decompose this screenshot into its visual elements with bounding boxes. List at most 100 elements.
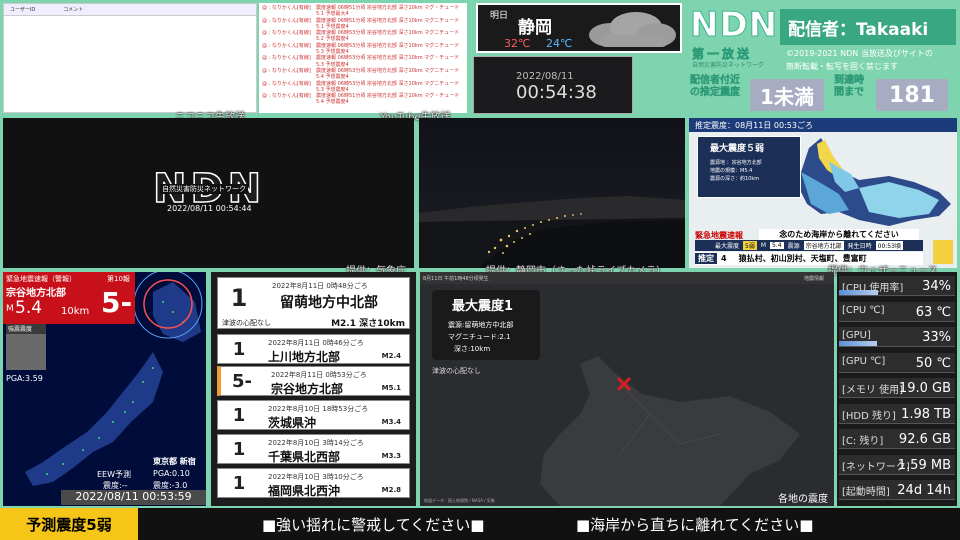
quake-top-region: 留萌地方中北部 (280, 295, 378, 311)
weather-city: 静岡 (518, 18, 552, 38)
map1-eew-label: 緊急地震速報 (695, 231, 743, 240)
eew-forecast: EEW予測 (97, 470, 132, 479)
eew-m-label: M (6, 304, 14, 314)
quake-top-mag: M2.1 深さ10km (331, 319, 405, 329)
quake-list-item: 1 2022年8月10日 3時10分ごろ 福岡県北西沖 M2.8 (217, 468, 410, 498)
system-stat-row: [ネットワーク] 1.59 MB (839, 454, 955, 475)
map1-warn: 念のため海岸から離れてください (759, 229, 919, 240)
tweet-name: @ : なりかくん[有線] (262, 67, 311, 74)
streamer-name: 配信者：Takaaki (780, 9, 956, 45)
ticker-msg-1: ■強い揺れに警戒してください■ (262, 516, 485, 534)
eew-alert-box: 緊急地震速報（警報） 第10報 宗谷地方北部 M 5.4 10km 5- (3, 272, 135, 324)
tweet-text: 震度速報 06時53分頃 宗谷地方北部 深さ10km マグ・チュード5.3 予想… (316, 55, 460, 68)
quake-item-shindo: 1 (232, 404, 246, 426)
quake-map-epi: 震源:留萌地方中北部 (448, 321, 514, 329)
tweet-row: @ : なりかくん[有線] 震度速報 06時53分頃 宗谷地方北部 深さ10km … (262, 81, 464, 94)
cloud-icon (586, 9, 678, 49)
tweet-name: @ : なりかくん[有線] (262, 17, 311, 24)
ndn-logo: NDN (690, 5, 779, 46)
arrival-value: 181 (876, 79, 948, 111)
quake-item-time: 2022年8月10日 3時10分ごろ (268, 473, 364, 481)
eew-pga2: PGA:0.10 (153, 469, 190, 478)
eew-panel: 緊急地震速報（警報） 第10報 宗谷地方北部 M 5.4 10km 5- 強震震… (3, 272, 206, 506)
system-stat-value: 19.0 GB (898, 381, 951, 396)
system-stat-row: [CPU 使用率] 34% (839, 276, 955, 296)
quake-top-time: 2022年8月11日 0時48分ごろ (272, 282, 368, 290)
tweet-text: 震度速報 06時53分頃 宗谷地方北部 深さ10km マグニチュード5.3 予想… (316, 42, 460, 56)
quake-map-footer-left: 地図データ：国土地理院 / NASA / 気象 (424, 498, 495, 503)
system-stat-value: 1.98 TB (901, 406, 951, 422)
weather-day: 明日 (490, 11, 509, 21)
quake-item-shindo: 5- (232, 370, 252, 392)
map1-est4-val: 4 (721, 254, 727, 263)
ndn-header: NDN 配信者：Takaaki 第一放送 自然災害防災ネットワーク ©2019-… (688, 3, 957, 115)
broadcast-badge-icon (933, 240, 953, 264)
quake-list-item: 5- 2022年8月11日 0時53分ごろ 宗谷地方北部 M5.1 (217, 366, 410, 396)
quake-item-time: 2022年8月11日 0時46分ごろ (268, 339, 364, 347)
quake-list-top: 1 2022年8月11日 0時48分ごろ 留萌地方中北部 津波の心配なし M2.… (217, 277, 410, 329)
eew-title: 緊急地震速報（警報） (6, 275, 76, 283)
system-stat-row: [メモリ 使用] 19.0 GB (839, 378, 955, 398)
system-stat-value: 24d 14h (897, 483, 951, 498)
map1-row-max: 最大震度 (715, 243, 740, 250)
eew-depth: 10km (61, 306, 90, 317)
map1-row-max-val: 5弱 (743, 241, 757, 250)
copyright-2: 無断転載・転写を固く禁じます (786, 62, 898, 71)
system-stat-row: [CPU ℃] 63 ℃ (839, 301, 955, 322)
tweet-feed: @ : なりかくん[有線] 震度速報 06時51分頃 宗谷地方北部 深さ10km … (259, 3, 467, 113)
eew-magnitude: 5.4 (15, 298, 43, 318)
quake-item-mag: M5.1 (381, 384, 401, 392)
night-coast-image (419, 118, 685, 268)
quake-map-depth: 深さ:10km (454, 345, 491, 353)
tweet-name: @ : なりかくん[有線] (262, 80, 311, 87)
system-stat-label: [GPU] (842, 330, 871, 341)
system-stat-value: 33% (922, 330, 951, 345)
system-stat-label: [HDD 残り] (842, 410, 896, 422)
tweet-row: @ : なりかくん[有線] 震度速報 06時53分頃 宗谷地方北部 深さ10km … (262, 30, 464, 43)
est-label: 配信者付近の推定震度 (690, 75, 740, 98)
quake-list-item: 1 2022年8月11日 0時46分ごろ 上川地方北部 M2.4 (217, 334, 410, 364)
map1-row-m: M (760, 242, 767, 249)
quake-top-tsunami: 津波の心配なし (222, 319, 271, 327)
tweet-name: @ : なりかくん[有線] (262, 55, 311, 62)
system-stats-panel: [CPU 使用率] 34% [CPU ℃] 63 ℃ [GPU] 33% [GPU ℃] 50… (837, 272, 957, 506)
bottom-ticker: 予測震度5弱 ■強い揺れに警戒してください■ ■海岸から直ちに離れてください■ (0, 508, 960, 540)
system-stat-label: [起動時間] (842, 487, 890, 498)
system-stat-value: 92.6 GB (898, 432, 951, 447)
epicenter-icon (616, 376, 632, 392)
tweet-text: 震度速報 06時53分頃 宗谷地方北部 深さ10km マグニチュード5.3 予想… (316, 80, 460, 93)
system-stat-value: 63 ℃ (915, 304, 951, 320)
quake-item-shindo: 1 (232, 438, 246, 460)
tweet-text: 震度速報 06時51分頃 宗谷地方北部 深さ10km マグニチュード5.1 予想… (316, 17, 460, 30)
quake-info-map: 8月11日 午前1時48分頃発生 地震情報 最大震度1 震源:留萌地方中北部 マ… (420, 272, 834, 506)
system-stat-label: [メモリ 使用] (842, 385, 903, 396)
system-stat-row: [GPU] 33% (839, 327, 955, 347)
clock-date: 2022/08/11 (516, 71, 574, 82)
quake-item-shindo: 1 (232, 472, 246, 494)
tweet-name: @ : なりかくん[有線] (262, 30, 311, 37)
eew-region: 宗谷地方北部 (6, 288, 66, 299)
tweet-text: 震度速報 06時53分頃 宗谷地方北部 深さ10km マグニチュード5.2 予想… (316, 30, 460, 43)
system-stat-label: [CPU ℃] (842, 304, 885, 316)
weather-panel: 明日 静岡 32℃ 24℃ (476, 3, 682, 53)
quake-item-mag: M3.3 (381, 452, 401, 460)
system-stat-label: [C: 残り] (842, 436, 884, 447)
quake-item-region: 茨城県沖 (268, 416, 317, 430)
tweet-text: 震度速報 06時51分頃 宗谷地方北部 深さ10km マグ・チュード5.1 予想… (316, 5, 460, 18)
quake-item-region: 宗谷地方北部 (271, 382, 344, 396)
quake-item-time: 2022年8月10日 3時14分ごろ (268, 439, 364, 447)
map1-row-time-val: 00:53頃 (875, 241, 903, 250)
system-stat-row: [HDD 残り] 1.98 TB (839, 403, 955, 424)
map1-row-time: 発生日時 (847, 243, 872, 250)
weather-high: 32℃ (504, 37, 531, 50)
first-broadcast-sub: 自然災害防災ネットワーク (692, 62, 765, 69)
comment-panel: ユーザーID コメント (3, 3, 257, 113)
est-value: 1未満 (750, 79, 824, 111)
quake-map-header: 8月11日 午前1時48分頃発生 (420, 272, 834, 284)
map1-info-box: 最大震度５弱 震源地 ：宗谷地方北部 地震の規模：M5.4 震源の深さ：約10k… (697, 136, 801, 198)
tweet-row: @ : なりかくん[有線] 震度速報 06時51分頃 宗谷地方北部 深さ10km … (262, 93, 464, 106)
eew-legend-title: 強震震度 (6, 324, 46, 334)
system-stat-value: 50 ℃ (915, 355, 951, 371)
quake-top-shindo: 1 (230, 284, 248, 312)
eew-num: 第10報 (107, 275, 130, 283)
